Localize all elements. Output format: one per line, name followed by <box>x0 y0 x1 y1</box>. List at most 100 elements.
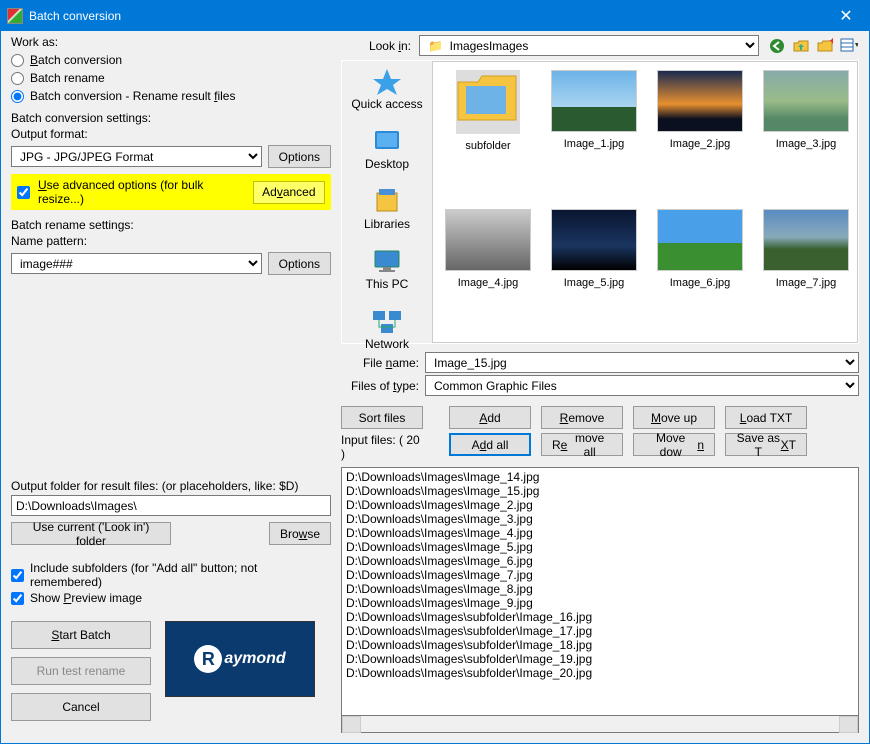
thumb-item[interactable]: Image_4.jpg <box>441 209 535 343</box>
thumbnail-image <box>657 70 743 132</box>
thumb-name: Image_6.jpg <box>670 277 731 289</box>
remove-all-button[interactable]: Remove all <box>541 433 623 456</box>
thumb-item[interactable]: Image_2.jpg <box>653 70 747 205</box>
thumbnail-image <box>551 70 637 132</box>
show-preview-label: Show Preview image <box>30 591 142 605</box>
radio-label: Batch conversion - Rename result files <box>30 89 235 103</box>
thumb-name: Image_2.jpg <box>670 138 731 150</box>
list-item[interactable]: D:\Downloads\Images\subfolder\Image_19.j… <box>346 652 854 666</box>
thumb-item[interactable]: Image_5.jpg <box>547 209 641 343</box>
list-item[interactable]: D:\Downloads\Images\Image_8.jpg <box>346 582 854 596</box>
thumb-name: Image_5.jpg <box>564 277 625 289</box>
conv-settings-label: Batch conversion settings: <box>11 111 331 125</box>
back-icon[interactable] <box>767 36 787 56</box>
advanced-button[interactable]: Advanced <box>253 181 325 204</box>
thumbnail-image <box>763 70 849 132</box>
radio-batch-conversion[interactable] <box>11 54 24 67</box>
add-all-button[interactable]: Add all <box>449 433 531 456</box>
place-quick-access[interactable]: Quick access <box>351 67 422 111</box>
radio-batch-rename[interactable] <box>11 72 24 85</box>
list-item[interactable]: D:\Downloads\Images\subfolder\Image_20.j… <box>346 666 854 680</box>
list-item[interactable]: D:\Downloads\Images\Image_6.jpg <box>346 554 854 568</box>
move-up-button[interactable]: Move up <box>633 406 715 429</box>
filename-label: File name: <box>341 356 419 370</box>
list-item[interactable]: D:\Downloads\Images\Image_9.jpg <box>346 596 854 610</box>
radio-batch-conv-rename[interactable] <box>11 90 24 103</box>
rename-settings-label: Batch rename settings: <box>11 218 331 232</box>
thumb-item[interactable]: subfolder <box>441 70 535 205</box>
list-item[interactable]: D:\Downloads\Images\subfolder\Image_17.j… <box>346 624 854 638</box>
titlebar: Batch conversion ✕ <box>1 1 869 31</box>
browse-button[interactable]: Browse <box>269 522 331 545</box>
horizontal-scrollbar[interactable] <box>341 716 859 733</box>
list-item[interactable]: D:\Downloads\Images\Image_15.jpg <box>346 484 854 498</box>
thumb-name: Image_4.jpg <box>458 277 519 289</box>
output-folder-input[interactable] <box>11 495 331 516</box>
folder-icon <box>456 70 520 134</box>
list-item[interactable]: D:\Downloads\Images\Image_14.jpg <box>346 470 854 484</box>
include-subfolders-label: Include subfolders (for "Add all" button… <box>30 561 331 589</box>
up-folder-icon[interactable] <box>791 36 811 56</box>
list-item[interactable]: D:\Downloads\Images\Image_7.jpg <box>346 568 854 582</box>
list-item[interactable]: D:\Downloads\Images\Image_4.jpg <box>346 526 854 540</box>
view-menu-icon[interactable] <box>839 36 859 56</box>
show-preview-checkbox[interactable] <box>11 592 24 605</box>
preview-image: Raymond <box>165 621 315 697</box>
file-grid[interactable]: subfolder Image_1.jpg Image_2.jpg Image_3.j… <box>432 61 858 343</box>
remove-button[interactable]: Remove <box>541 406 623 429</box>
sort-files-button[interactable]: Sort files <box>341 406 423 429</box>
output-format-select[interactable]: JPG - JPG/JPEG Format <box>11 146 262 167</box>
load-txt-button[interactable]: Load TXT <box>725 406 807 429</box>
radio-label: Batch conversion <box>30 53 122 67</box>
list-item[interactable]: D:\Downloads\Images\subfolder\Image_16.j… <box>346 610 854 624</box>
radio-label: Batch rename <box>30 71 105 85</box>
pattern-options-button[interactable]: Options <box>268 252 331 275</box>
filename-select[interactable]: Image_15.jpg <box>425 352 859 373</box>
new-folder-icon[interactable]: ✦ <box>815 36 835 56</box>
window-title: Batch conversion <box>29 9 823 23</box>
save-txt-button[interactable]: Save as TXT <box>725 433 807 456</box>
start-batch-button[interactable]: Start Batch <box>11 621 151 649</box>
list-item[interactable]: D:\Downloads\Images\Image_3.jpg <box>346 512 854 526</box>
place-this-pc[interactable]: This PC <box>366 247 409 291</box>
thumbnail-image <box>657 209 743 271</box>
use-current-folder-button[interactable]: Use current ('Look in') folder <box>11 522 171 545</box>
thumb-item[interactable]: Image_3.jpg <box>759 70 853 205</box>
move-down-button[interactable]: Move down <box>633 433 715 456</box>
place-desktop[interactable]: Desktop <box>365 127 409 171</box>
filetype-select[interactable]: Common Graphic Files <box>425 375 859 396</box>
lookin-select[interactable]: 📁 ImagesImages <box>419 35 759 56</box>
cancel-button[interactable]: Cancel <box>11 693 151 721</box>
places-bar: Quick access Desktop Libraries This PC N… <box>342 61 432 343</box>
thumb-name: Image_1.jpg <box>564 138 625 150</box>
name-pattern-label: Name pattern: <box>11 234 331 248</box>
output-folder-label: Output folder for result files: (or plac… <box>11 479 331 493</box>
thumbnail-image <box>763 209 849 271</box>
advanced-options-label: Use advanced options (for bulk resize...… <box>38 178 241 206</box>
svg-text:✦: ✦ <box>828 38 833 48</box>
thumb-item[interactable]: Image_7.jpg <box>759 209 853 343</box>
list-item[interactable]: D:\Downloads\Images\subfolder\Image_18.j… <box>346 638 854 652</box>
output-format-label: Output format: <box>11 127 331 141</box>
thumbnail-image <box>445 209 531 271</box>
filetype-label: Files of type: <box>341 379 419 393</box>
include-subfolders-checkbox[interactable] <box>11 569 24 582</box>
input-files-label: Input files: ( 20 ) <box>341 433 423 461</box>
run-test-rename-button[interactable]: Run test rename <box>11 657 151 685</box>
input-files-list[interactable]: D:\Downloads\Images\Image_14.jpgD:\Downl… <box>341 467 859 716</box>
thumb-name: Image_7.jpg <box>776 277 837 289</box>
place-libraries[interactable]: Libraries <box>364 187 410 231</box>
name-pattern-select[interactable]: image### <box>11 253 262 274</box>
thumbnail-image <box>551 209 637 271</box>
close-button[interactable]: ✕ <box>823 1 869 31</box>
advanced-options-checkbox[interactable] <box>17 186 30 199</box>
thumb-item[interactable]: Image_6.jpg <box>653 209 747 343</box>
list-item[interactable]: D:\Downloads\Images\Image_5.jpg <box>346 540 854 554</box>
thumb-name: Image_3.jpg <box>776 138 837 150</box>
list-item[interactable]: D:\Downloads\Images\Image_2.jpg <box>346 498 854 512</box>
format-options-button[interactable]: Options <box>268 145 331 168</box>
app-icon <box>7 8 23 24</box>
thumb-name: subfolder <box>465 140 510 152</box>
add-button[interactable]: Add <box>449 406 531 429</box>
thumb-item[interactable]: Image_1.jpg <box>547 70 641 205</box>
